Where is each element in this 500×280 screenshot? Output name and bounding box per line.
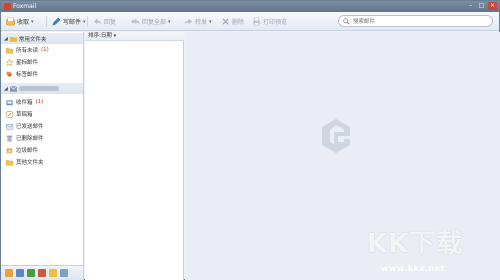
compose-label: 写邮件 (63, 19, 82, 26)
collapse-triangle-icon[interactable]: ◢ (4, 86, 8, 92)
minimize-button[interactable]: – (466, 2, 475, 10)
drafts-icon (6, 110, 13, 118)
forward-arrow-icon (184, 18, 193, 25)
delete-button[interactable]: 删除 (221, 16, 244, 27)
printer-icon (252, 17, 261, 26)
maximize-button[interactable]: □ (477, 2, 486, 10)
window-title: Foxmail (13, 3, 37, 10)
chevron-down-icon[interactable]: ▾ (209, 19, 212, 25)
toolbar-divider (46, 16, 47, 27)
folder-label: 收件箱 (16, 100, 33, 106)
sidebar-bottom-bar (1, 265, 84, 280)
folder-item-drafts[interactable]: 草稿箱 (6, 109, 33, 119)
compose-button[interactable]: 写邮件 ▾ (52, 16, 86, 27)
common-folders-label: 常用文件夹 (18, 36, 47, 43)
folder-label: 垃圾邮件 (16, 148, 39, 154)
chevron-down-icon[interactable]: ▾ (114, 33, 117, 39)
forward-button[interactable]: 转发 ▾ (184, 16, 212, 27)
message-list: 排序:日期 ▾ (85, 32, 184, 280)
mail-module-icon[interactable] (5, 269, 13, 277)
folder-label: 所有未读 (16, 48, 39, 54)
title-bar: Foxmail – □ × (1, 1, 499, 12)
close-button[interactable]: × (488, 2, 497, 10)
account-mail-icon (9, 85, 17, 92)
foxmail-watermark-logo-icon (322, 119, 350, 153)
star-icon (6, 58, 13, 66)
account-header[interactable]: ◢ (1, 83, 83, 94)
chevron-down-icon[interactable]: ▾ (168, 19, 171, 25)
folder-label: 其他文件夹 (16, 160, 44, 166)
toolbar: 收取 ▾ 写邮件 ▾ 回复 回复全部 ▾ 转发 ▾ 删除 打印预览 搜索邮件 (1, 12, 499, 31)
reply-arrow-icon (93, 18, 102, 25)
search-icon (343, 18, 350, 25)
chevron-down-icon[interactable]: ▾ (31, 19, 34, 25)
folder-item-tagged[interactable]: 标签邮件 (6, 69, 38, 79)
delete-label: 删除 (232, 19, 245, 26)
search-box[interactable] (338, 15, 493, 27)
folder-item-starred[interactable]: 星标邮件 (6, 57, 38, 67)
reply-all-label: 回复全部 (142, 19, 167, 26)
folder-label: 已发送邮件 (16, 124, 44, 130)
inbox-tray-icon (6, 17, 15, 26)
search-input[interactable] (353, 17, 488, 26)
watermark-url: www.kkx.net (381, 264, 445, 273)
unread-count: (1) (35, 99, 44, 105)
site-watermark: KK下载 www.kkx.net (367, 223, 497, 279)
collapse-triangle-icon[interactable]: ◢ (4, 36, 8, 42)
pen-icon (52, 17, 61, 26)
account-name-redacted (18, 86, 59, 91)
receive-label: 收取 (17, 19, 30, 26)
folder-item-deleted[interactable]: 已删除邮件 (6, 133, 44, 143)
chevron-down-icon[interactable]: ▾ (83, 19, 86, 25)
print-preview-label: 打印预览 (263, 19, 288, 26)
foxmail-logo-icon (4, 3, 11, 10)
folder-item-sent[interactable]: 已发送邮件 (6, 121, 44, 131)
spam-icon (6, 147, 13, 153)
folder-item-other[interactable]: 其他文件夹 (6, 157, 44, 167)
tasks-module-icon[interactable] (38, 269, 46, 277)
folder-label: 已删除邮件 (16, 136, 44, 142)
calendar-module-icon[interactable] (27, 269, 35, 277)
sort-label: 排序:日期 (88, 33, 112, 39)
reply-label: 回复 (104, 19, 117, 26)
feeds-module-icon[interactable] (60, 269, 68, 277)
common-folders-header[interactable]: ◢ 常用文件夹 (1, 33, 83, 44)
folder-icon (6, 159, 13, 165)
contacts-module-icon[interactable] (16, 269, 24, 277)
folder-item-spam[interactable]: 垃圾邮件 (6, 145, 38, 155)
foxmail-window: Foxmail – □ × 收取 ▾ 写邮件 ▾ 回复 回复全部 ▾ 转发 ▾ … (0, 0, 500, 280)
folder-sidebar: ◢ 常用文件夹 所有未读 (1) 星标邮件 标签邮件 ◢ 收件箱 (1) 草稿箱… (1, 32, 84, 265)
folder-label: 标签邮件 (16, 72, 39, 78)
folder-item-all-unread[interactable]: 所有未读 (1) (6, 45, 49, 55)
sent-icon (6, 123, 13, 130)
reply-button[interactable]: 回复 (93, 16, 116, 27)
window-controls: – □ × (466, 2, 497, 10)
folder-icon (9, 36, 17, 42)
inbox-icon (6, 99, 13, 105)
folder-label: 草稿箱 (16, 112, 33, 118)
unread-count: (1) (41, 47, 49, 53)
print-preview-button[interactable]: 打印预览 (252, 16, 287, 27)
receive-button[interactable]: 收取 ▾ (6, 16, 34, 27)
toolbar-divider (87, 16, 88, 27)
watermark-logo-text: KK下载 (367, 229, 464, 259)
forward-label: 转发 (195, 19, 208, 26)
notes-module-icon[interactable] (49, 269, 57, 277)
delete-x-icon (222, 18, 229, 25)
folder-label: 星标邮件 (16, 60, 39, 66)
folder-icon (6, 47, 13, 53)
sort-header[interactable]: 排序:日期 ▾ (85, 32, 184, 41)
trash-icon (6, 135, 13, 142)
tag-icon (6, 71, 13, 77)
folder-item-inbox[interactable]: 收件箱 (1) (6, 97, 43, 107)
reply-all-arrow-icon (131, 18, 140, 25)
reply-all-button[interactable]: 回复全部 ▾ (131, 16, 171, 27)
